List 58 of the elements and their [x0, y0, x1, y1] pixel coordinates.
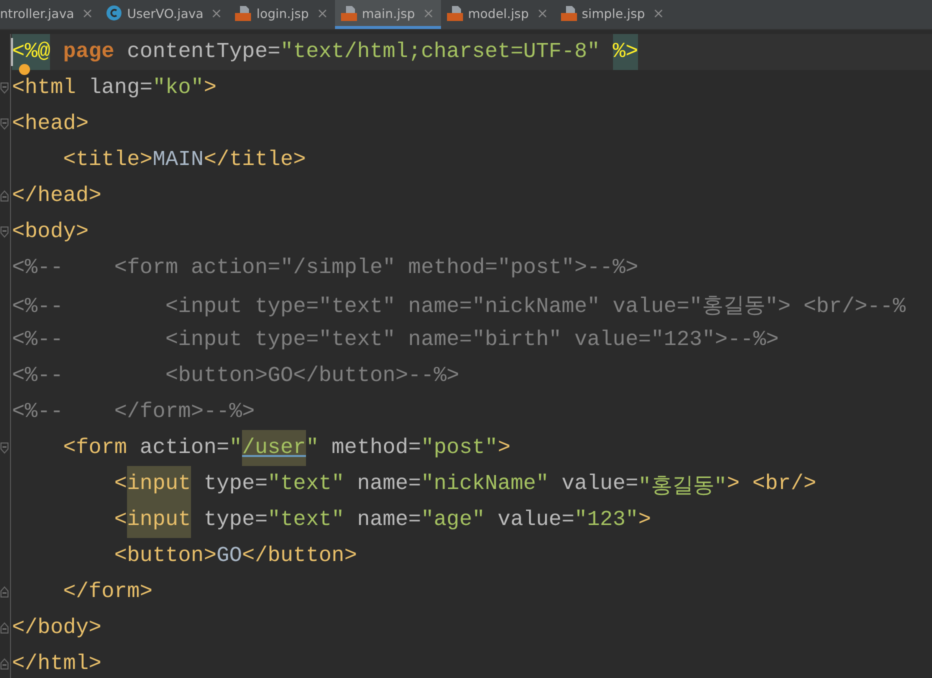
code-token: page: [62, 40, 114, 64]
code-token: </body>: [12, 616, 102, 640]
code-token: type=: [202, 508, 268, 532]
code-token: </html>: [12, 652, 102, 676]
code-token: "post": [421, 436, 498, 460]
file-tab[interactable]: login.jsp: [229, 0, 335, 29]
file-tab[interactable]: model.jsp: [440, 0, 555, 29]
code-token: value=: [496, 508, 574, 532]
code-token: "nickName": [421, 472, 549, 496]
code-token: >: [498, 436, 510, 460]
code-token: "123": [574, 508, 638, 532]
code-token: GO: [216, 544, 242, 568]
highlighted-code-token: input: [127, 466, 191, 502]
code-token: name=: [356, 508, 421, 532]
code-token: "age": [421, 508, 485, 532]
code-token: <%-- <button>GO</button>--%>: [12, 364, 460, 388]
code-token: <button>: [113, 544, 216, 568]
code-token: </form>: [62, 580, 153, 604]
file-tab[interactable]: UserVO.java: [100, 0, 230, 29]
code-token: <title>: [62, 148, 153, 172]
file-tab[interactable]: main.jsp: [334, 0, 441, 29]
code-token: "text": [268, 508, 344, 532]
code-token: <%-- <input type="text" name="birth" value="123">--%>: [12, 328, 779, 352]
code-token: <html: [12, 76, 76, 100]
code-token: "text/html;charset=UTF-8": [280, 40, 601, 64]
code-token: type=: [202, 472, 268, 496]
highlighted-code-token: <%@: [12, 34, 50, 70]
code-token: <%-- <form action="/simple" method="post">--%>: [12, 256, 638, 280]
code-token: MAIN: [152, 148, 204, 172]
highlighted-code-token: input: [127, 502, 191, 538]
code-token: "ko": [152, 76, 204, 100]
code-token: <%-- <input type="text" name="nickName" value="홍길동"> <br/>--%: [12, 294, 906, 318]
code-token: "text": [268, 472, 344, 496]
code-token: <: [113, 472, 128, 496]
code-token: method=: [330, 436, 421, 460]
highlighted-code-token: /user: [242, 430, 306, 466]
code-token: "홍길동": [638, 474, 727, 498]
code-token: ": [229, 436, 242, 460]
code-token: </head>: [12, 184, 102, 208]
code-token: >: [204, 76, 216, 100]
code-token: action=: [138, 436, 230, 460]
code-token: <form: [62, 436, 128, 460]
code-token: <head>: [12, 112, 89, 136]
code-token: <%-- </form>--%>: [12, 400, 255, 424]
file-tab[interactable]: ntroller.java: [0, 0, 100, 29]
code-token: </title>: [204, 148, 306, 172]
code-token: contentType=: [126, 40, 280, 64]
code-token: value=: [560, 472, 638, 496]
code-token: ": [306, 436, 319, 460]
file-tab[interactable]: simple.jsp: [554, 0, 671, 29]
code-token: <body>: [12, 220, 89, 244]
code-token: </button>: [242, 544, 358, 568]
code-token: >: [638, 508, 652, 532]
highlighted-code-token: %>: [612, 34, 638, 70]
code-token: lang=: [88, 76, 153, 100]
code-token: name=: [356, 472, 421, 496]
code-token: <: [113, 508, 128, 532]
code-token: > <br/>: [726, 472, 816, 496]
